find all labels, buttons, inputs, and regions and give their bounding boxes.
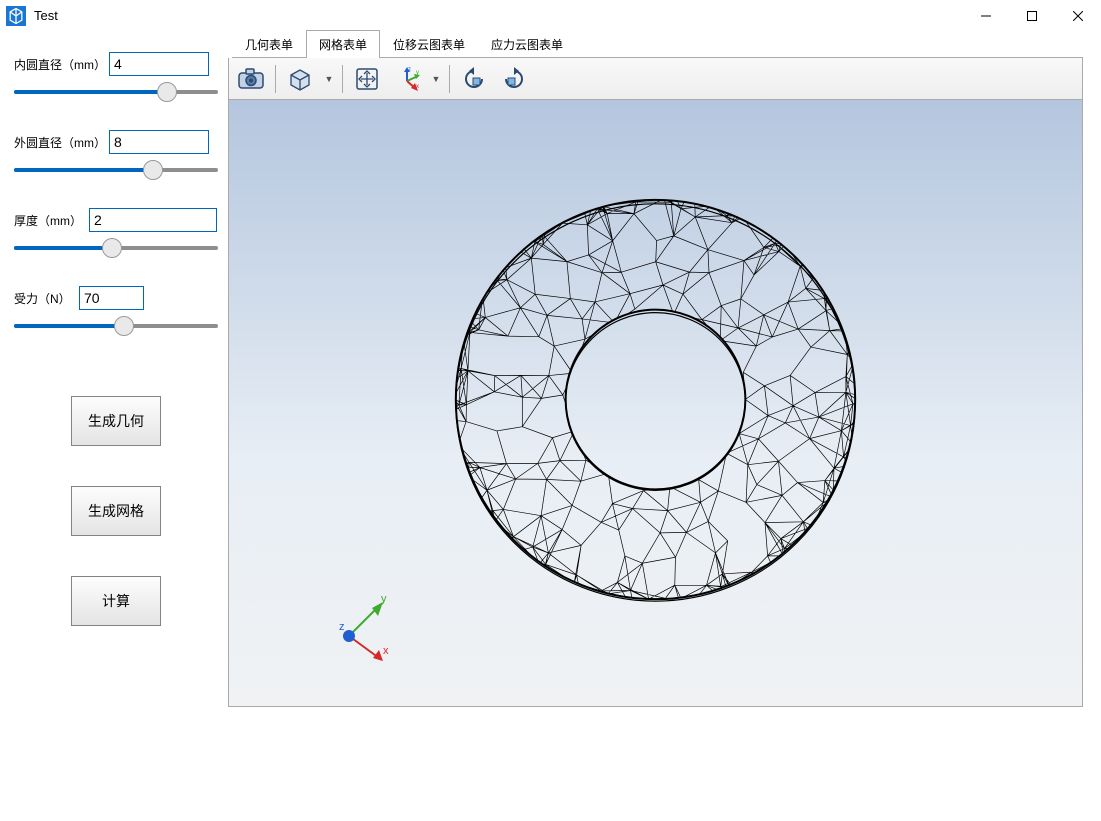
- thickness-label: 厚度（mm）: [14, 212, 89, 229]
- axes-toggle-button[interactable]: zy x: [389, 62, 425, 96]
- outer-dia-label: 外圆直径（mm）: [14, 134, 109, 151]
- svg-text:z: z: [339, 621, 345, 633]
- snapshot-button[interactable]: [233, 62, 269, 96]
- fit-icon: [355, 67, 379, 91]
- outer-dia-slider[interactable]: [14, 160, 218, 180]
- camera-icon: [238, 68, 264, 90]
- zoom-fit-button[interactable]: [349, 62, 385, 96]
- svg-text:x: x: [416, 84, 419, 90]
- tab-mesh[interactable]: 网格表单: [306, 30, 380, 58]
- window-title: Test: [34, 8, 963, 23]
- axes-dropdown[interactable]: ▼: [429, 74, 443, 84]
- svg-text:x: x: [383, 645, 389, 657]
- rotate-left-button[interactable]: [456, 62, 492, 96]
- tab-geometry[interactable]: 几何表单: [232, 30, 306, 58]
- svg-text:y: y: [381, 593, 387, 605]
- content-area: 几何表单 网格表单 位移云图表单 应力云图表单 ▼: [228, 32, 1101, 821]
- view-mode-dropdown[interactable]: ▼: [322, 74, 336, 84]
- sidebar: 内圆直径（mm） 外圆直径（mm） 厚度（mm） 受力（N） 生成几何 生成网: [0, 32, 228, 821]
- tab-stress[interactable]: 应力云图表单: [478, 30, 576, 58]
- inner-dia-label: 内圆直径（mm）: [14, 56, 109, 73]
- generate-mesh-button[interactable]: 生成网格: [71, 486, 161, 536]
- viewport-frame: x y z: [228, 100, 1083, 707]
- viewport-toolbar: ▼ zy x ▼: [228, 58, 1083, 100]
- svg-text:y: y: [416, 70, 419, 76]
- app-icon: [6, 6, 26, 26]
- force-label: 受力（N）: [14, 290, 79, 307]
- titlebar: Test: [0, 0, 1101, 32]
- axis-triad: x y z: [329, 586, 399, 666]
- inner-dia-slider[interactable]: [14, 82, 218, 102]
- window-controls: [963, 0, 1101, 32]
- thickness-slider[interactable]: [14, 238, 218, 258]
- svg-text:z: z: [408, 67, 411, 73]
- view-mode-button[interactable]: [282, 62, 318, 96]
- force-slider[interactable]: [14, 316, 218, 336]
- minimize-button[interactable]: [963, 0, 1009, 32]
- rotate-right-icon: [501, 67, 527, 91]
- thickness-input[interactable]: [89, 208, 217, 232]
- compute-button[interactable]: 计算: [71, 576, 161, 626]
- tab-displacement[interactable]: 位移云图表单: [380, 30, 478, 58]
- generate-geometry-button[interactable]: 生成几何: [71, 396, 161, 446]
- outer-dia-input[interactable]: [109, 130, 209, 154]
- tab-bar: 几何表单 网格表单 位移云图表单 应力云图表单: [232, 32, 1083, 58]
- force-input[interactable]: [79, 286, 144, 310]
- maximize-button[interactable]: [1009, 0, 1055, 32]
- rotate-right-button[interactable]: [496, 62, 532, 96]
- cube-icon: [287, 66, 313, 92]
- close-button[interactable]: [1055, 0, 1101, 32]
- viewport-3d[interactable]: x y z: [229, 100, 1082, 706]
- axes-icon: zy x: [394, 66, 420, 92]
- inner-dia-input[interactable]: [109, 52, 209, 76]
- rotate-left-icon: [461, 67, 487, 91]
